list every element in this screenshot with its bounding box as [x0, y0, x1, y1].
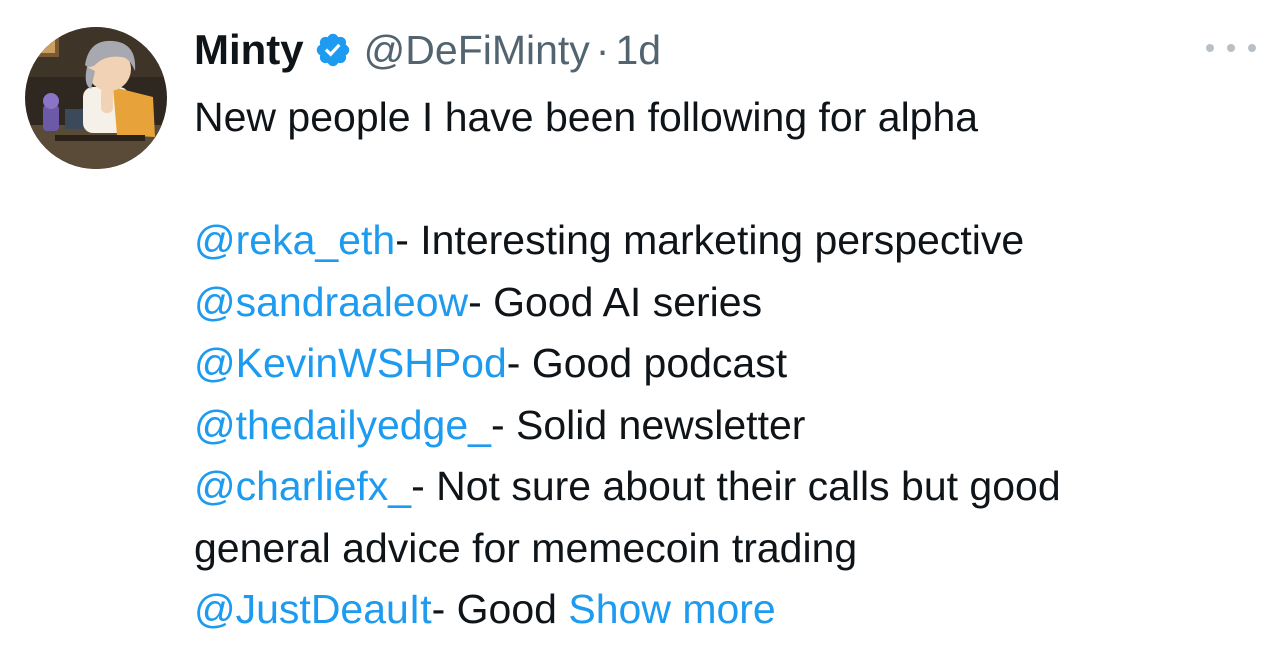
- list-item-text: - Good podcast: [506, 340, 788, 386]
- display-name[interactable]: Minty: [194, 26, 304, 74]
- tweet-text: New people I have been following for alp…: [194, 87, 1264, 641]
- list-item: @KevinWSHPod- Good podcast: [194, 333, 1264, 395]
- list-item: @sandraaleow- Good AI series: [194, 272, 1264, 334]
- list-item-text: - Not sure about their calls but good: [411, 463, 1061, 509]
- more-options-icon[interactable]: [1206, 34, 1256, 62]
- tweet-header: Minty @DeFiMinty · 1d: [194, 22, 661, 78]
- timestamp[interactable]: 1d: [615, 27, 661, 74]
- list-item-text: - Solid newsletter: [490, 401, 806, 448]
- list-item: @thedailyedge_- Solid newsletter: [194, 395, 1264, 457]
- avatar[interactable]: [25, 27, 167, 169]
- tweet-card[interactable]: Minty @DeFiMinty · 1d New people I have …: [0, 0, 1284, 647]
- mention-link[interactable]: @thedailyedge_: [194, 402, 491, 448]
- verified-badge-icon[interactable]: [314, 31, 352, 69]
- mention-link[interactable]: @KevinWSHPod: [194, 340, 507, 386]
- list-item-text: - Good AI series: [468, 278, 763, 325]
- dot-icon: [1206, 44, 1214, 52]
- dot-icon: [1227, 44, 1235, 52]
- list-item-continuation: general advice for memecoin trading: [194, 524, 858, 571]
- list-item: @JustDeauIt- Good Show more: [194, 579, 1264, 641]
- tweet-intro: New people I have been following for alp…: [194, 94, 979, 140]
- dot-icon: [1248, 44, 1256, 52]
- list-item-text: - Good: [431, 586, 557, 632]
- mention-link[interactable]: @JustDeauIt: [194, 586, 432, 632]
- mention-link[interactable]: @sandraaleow: [194, 279, 468, 325]
- avatar-illustration: [25, 27, 167, 169]
- show-more-link[interactable]: Show more: [568, 586, 775, 632]
- mention-link[interactable]: @reka_eth: [194, 217, 395, 263]
- separator-dot: ·: [595, 26, 610, 73]
- list-item-text: - Interesting marketing perspective: [395, 217, 1025, 263]
- list-item: @charliefx_- Not sure about their calls …: [194, 456, 1264, 518]
- mention-link[interactable]: @charliefx_: [194, 463, 411, 509]
- list-item: @reka_eth- Interesting marketing perspec…: [194, 210, 1264, 272]
- user-handle[interactable]: @DeFiMinty: [364, 27, 590, 74]
